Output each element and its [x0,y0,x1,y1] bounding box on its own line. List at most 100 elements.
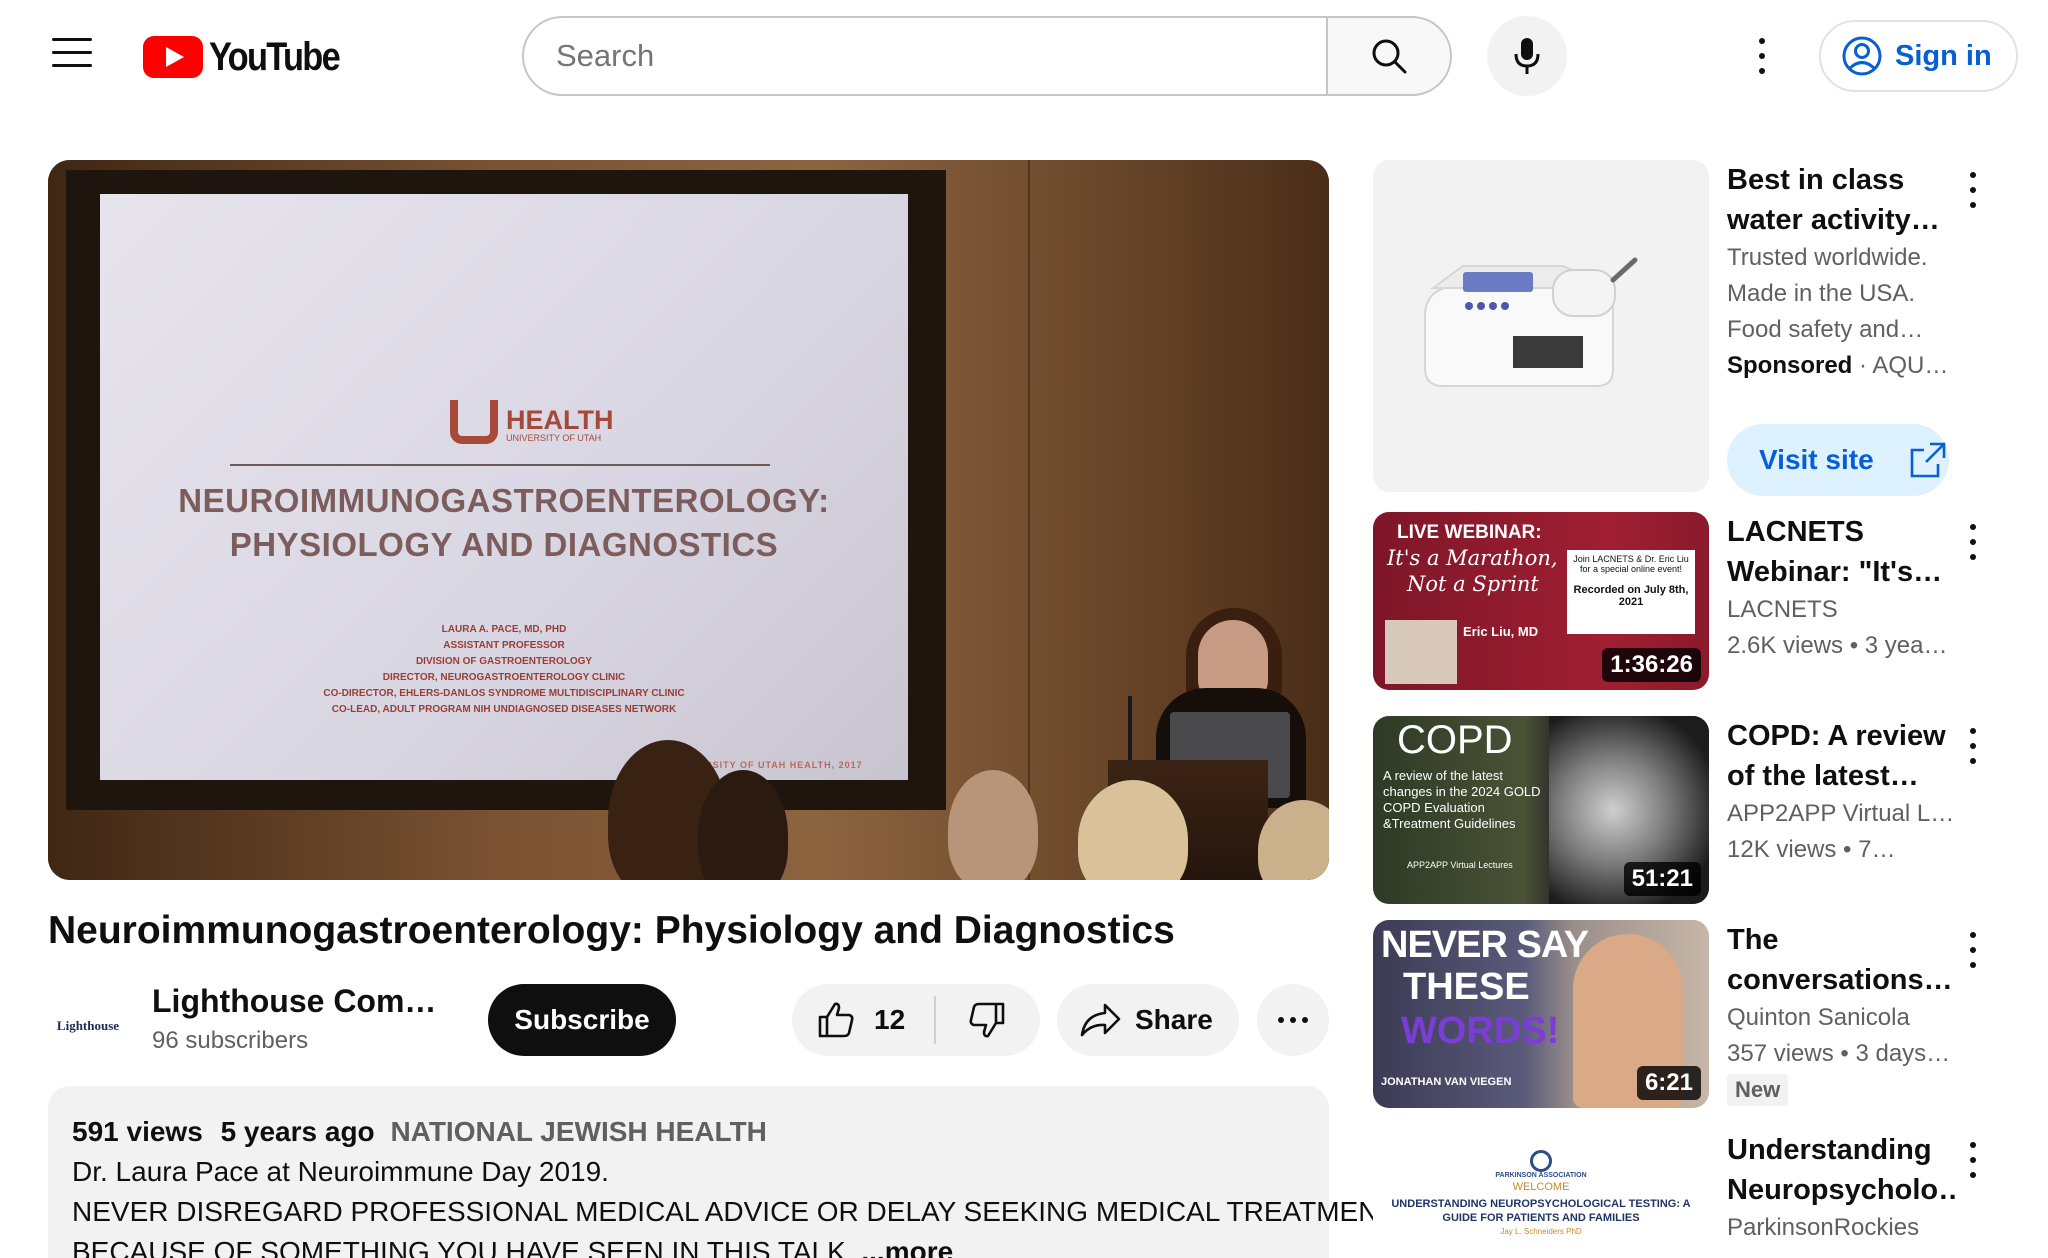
video-menu-icon[interactable] [1963,724,1983,768]
slide-credit-line: LAURA A. PACE, MD, PHD [441,624,567,635]
thumbs-down-icon [969,1002,1005,1038]
channel-name[interactable]: ParkinsonRockies [1727,1210,1957,1246]
video-title[interactable]: LACNETS Webinar: "It's a… [1727,512,1957,592]
masthead: YouTube Sign in [0,0,2048,112]
dislike-button[interactable] [936,984,1038,1056]
search-icon [1372,39,1407,74]
u-logo-icon [450,400,498,444]
ad-menu-icon[interactable] [1963,168,1983,212]
subscriber-count: 96 subscribers [152,1027,309,1054]
audience-head [698,770,788,880]
sponsored-label: Sponsored [1727,352,1853,379]
voice-search-button[interactable] [1487,16,1567,96]
menu-icon[interactable] [52,38,92,72]
slide-credit-line: ASSISTANT PROFESSOR [443,640,565,651]
thumb-welcome: WELCOME [1512,1181,1570,1193]
thumb-info-invite: Join LACNETS & Dr. Eric Liu for a specia… [1573,554,1689,574]
more-actions-button[interactable] [1257,984,1329,1056]
slide-title: NEUROIMMUNOGASTROENTEROLOGY: PHYSIOLOGY … [160,479,848,567]
slide-credits: LAURA A. PACE, MD, PHD ASSISTANT PROFESS… [210,622,798,718]
video-thumbnail[interactable]: NEVER SAY THESE WORDS! JONATHAN VAN VIEG… [1373,920,1709,1108]
video-menu-icon[interactable] [1963,1138,1983,1182]
video-info: LACNETS Webinar: "It's a… LACNETS 2.6K v… [1727,512,1957,664]
slide-title-line-1: NEUROIMMUNOGASTROENTEROLOGY: [178,482,830,519]
video-player[interactable]: HEALTH UNIVERSITY OF UTAH NEUROIMMUNOGAS… [48,160,1329,880]
video-thumbnail[interactable]: COPD A review of the latest changes in t… [1373,716,1709,904]
video-title: Neuroimmunogastroenterology: Physiology … [48,909,1175,952]
description-line: Dr. Laura Pace at Neuroimmune Day 2019. [72,1156,609,1187]
thumbs-up-icon [818,1002,854,1038]
advertiser-name: AQUA… [1872,352,1957,379]
video-duration: 51:21 [1623,862,1701,896]
thumb-info-box: Join LACNETS & Dr. Eric Liu for a specia… [1567,550,1695,634]
view-count: 591 views [72,1116,203,1147]
thumb-org: PARKINSON ASSOCIATION [1495,1172,1587,1179]
ad-thumbnail[interactable] [1373,160,1709,492]
channel-name[interactable]: Quinton Sanicola [1727,1000,1957,1036]
search-input[interactable] [556,38,1328,74]
video-title[interactable]: The conversations… [1727,920,1957,1000]
search-button[interactable] [1326,16,1452,96]
microphone-icon [1514,38,1540,74]
youtube-logo[interactable]: YouTube [143,34,360,79]
video-thumbnail[interactable]: LIVE WEBINAR: It's a Marathon, Not a Spr… [1373,512,1709,690]
projection-slide: HEALTH UNIVERSITY OF UTAH NEUROIMMUNOGAS… [100,194,908,780]
channel-name[interactable]: APP2APP Virtual L… [1727,796,1957,832]
recommended-video: LIVE WEBINAR: It's a Marathon, Not a Spr… [1373,512,2021,702]
video-duration: 6:21 [1636,1066,1701,1100]
video-info: The conversations… Quinton Sanicola 357 … [1727,920,1957,1106]
sign-in-button[interactable]: Sign in [1819,20,2018,92]
thumb-subtext: A review of the latest changes in the 20… [1383,768,1541,831]
recommended-video: PARKINSON ASSOCIATION WELCOME UNDERSTAND… [1373,1130,2021,1258]
description-line-text: BECAUSE OF SOMETHING YOU HAVE SEEN IN TH… [72,1236,846,1258]
description-box[interactable]: 591 views 5 years ago NATIONAL JEWISH HE… [48,1086,1396,1258]
video-title[interactable]: COPD: A review of the latest… [1727,716,1957,796]
description-fade: . [845,1236,854,1258]
audience [48,720,1329,880]
ad-title[interactable]: Best in class water activity… [1727,160,1957,240]
product-image-icon [1424,257,1638,387]
ad-text: Best in class water activity… Trusted wo… [1727,160,1957,384]
share-icon [1080,1003,1121,1037]
description-line: NEVER DISREGARD PROFESSIONAL MEDICAL ADV… [72,1196,1396,1227]
channel-name[interactable]: LACNETS [1727,592,1957,628]
slide-credit-line: DIVISION OF GASTROENTEROLOGY [415,656,593,667]
visit-site-button[interactable]: Visit site [1727,424,1949,496]
ad-description: Trusted worldwide. Made in the USA. Food… [1727,244,1928,343]
thumb-headline: UNDERSTANDING NEUROPSYCHOLOGICAL TESTING… [1391,1198,1691,1224]
thumb-live-webinar: LIVE WEBINAR: [1397,522,1542,543]
thumb-org-logo-icon [1530,1150,1552,1172]
slide-credit-line: CO-DIRECTOR, EHLERS-DANLOS SYNDROME MULT… [323,688,685,699]
description-meta: 591 views 5 years ago NATIONAL JEWISH HE… [72,1112,1305,1152]
thumb-info-date: Recorded on July 8th, 2021 [1573,584,1689,608]
account-icon [1842,36,1882,76]
thumb-line-2: THESE [1403,966,1530,1008]
like-count: 12 [874,1004,906,1035]
slide-logo-sub: UNIVERSITY OF UTAH [506,433,602,443]
channel-avatar[interactable]: Lighthouse [48,986,128,1066]
video-thumbnail[interactable]: PARKINSON ASSOCIATION WELCOME UNDERSTAND… [1373,1130,1709,1258]
share-button[interactable]: Share [1057,984,1239,1056]
play-logo-icon [143,36,203,78]
logo-text: YouTube [209,34,341,79]
show-more-link[interactable]: ...more [861,1236,953,1258]
new-badge: New [1727,1074,1789,1106]
channel-avatar-text: Lighthouse [56,1018,120,1033]
video-menu-icon[interactable] [1963,520,1983,564]
audience-head [1078,780,1188,880]
slide-credit-line: CO-LEAD, ADULT PROGRAM NIH UNDIAGNOSED D… [331,704,677,715]
channel-name[interactable]: Lighthouse Complex Care [152,980,452,1022]
thumb-speaker-name: Eric Liu, MD [1463,624,1539,639]
settings-menu-icon[interactable] [1744,34,1780,78]
like-button[interactable]: 12 [792,984,934,1056]
video-menu-icon[interactable] [1963,928,1983,972]
subscribe-button[interactable]: Subscribe [488,984,676,1056]
recommended-video: NEVER SAY THESE WORDS! JONATHAN VAN VIEG… [1373,920,2021,1120]
slide-logo-text: HEALTH UNIVERSITY OF UTAH [506,407,614,444]
video-title[interactable]: Understanding Neuropsycholo… [1727,1130,1957,1210]
slide-logo: HEALTH UNIVERSITY OF UTAH [450,400,614,444]
visit-site-label: Visit site [1759,444,1874,475]
slide-credit-line: DIRECTOR, NEUROGASTROENTEROLOGY CLINIC [382,672,626,683]
description-tag[interactable]: NATIONAL JEWISH HEALTH [390,1116,766,1147]
thumb-headline-2: Not a Sprint [1407,572,1539,596]
